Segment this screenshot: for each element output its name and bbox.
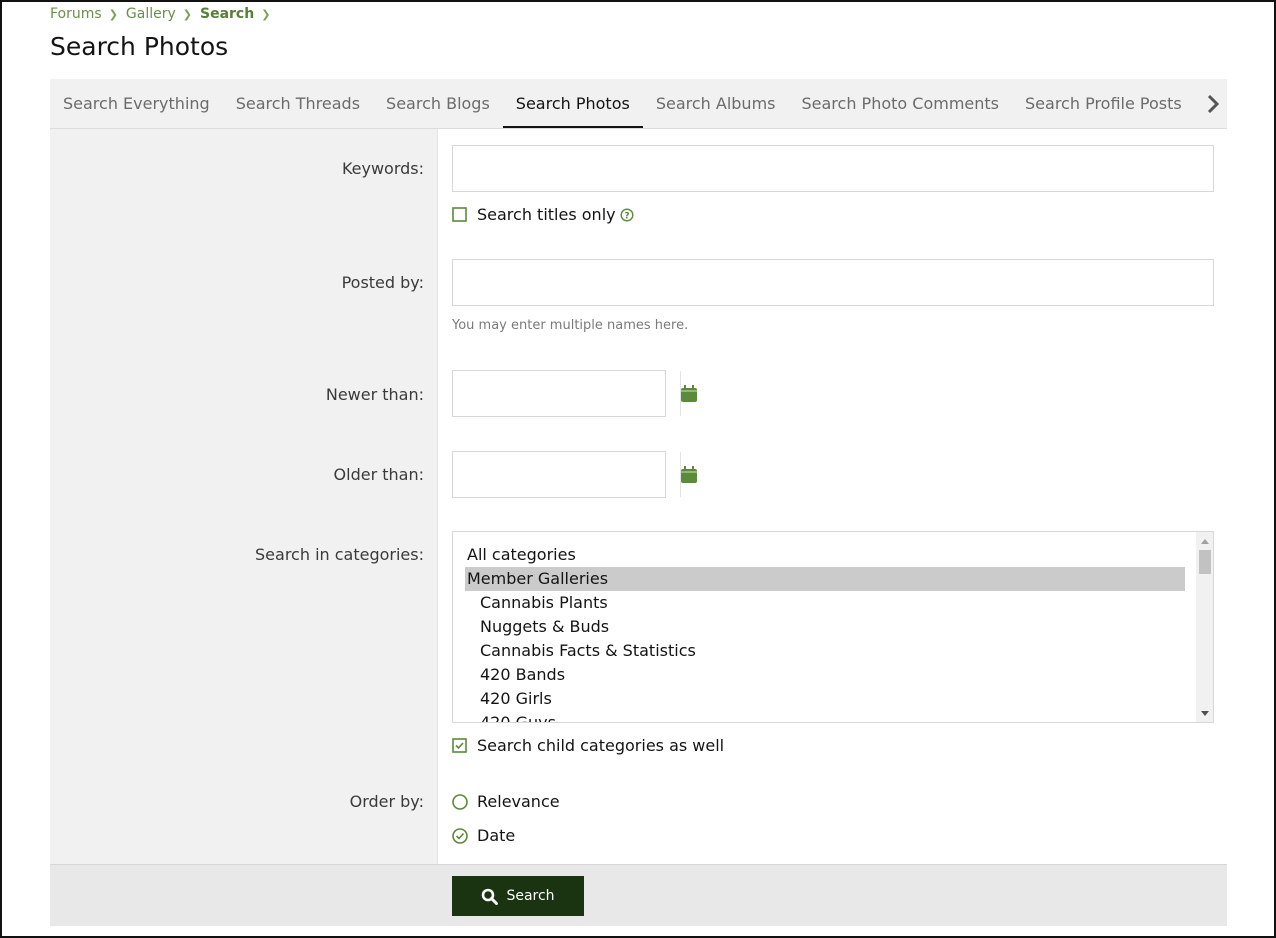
tab-search-photo-comments[interactable]: Search Photo Comments — [789, 79, 1013, 128]
order-by-date-radio[interactable]: Date — [452, 826, 515, 845]
search-submit-button[interactable]: Search — [452, 876, 584, 916]
posted-by-hint: You may enter multiple names here. — [452, 318, 689, 333]
page-title: Search Photos — [50, 32, 229, 61]
category-option[interactable]: 420 Girls — [465, 687, 1185, 711]
chevron-right-icon: ❯ — [108, 7, 118, 21]
scroll-down-arrow-icon[interactable] — [1196, 706, 1213, 720]
categories-options: All categories Member Galleries Cannabis P… — [465, 543, 1185, 722]
categories-listbox[interactable]: All categories Member Galleries Cannabis P… — [452, 531, 1214, 723]
search-titles-only-checkbox[interactable]: Search titles only ? — [452, 205, 634, 224]
form-labels-column — [50, 129, 438, 864]
breadcrumb-forums[interactable]: Forums — [50, 6, 102, 22]
tab-search-profile-posts[interactable]: Search Profile Posts — [1012, 79, 1195, 128]
newer-than-date-input — [452, 370, 697, 417]
tabs-scroll-next-button[interactable] — [1187, 79, 1227, 128]
older-than-date-input — [452, 451, 697, 498]
radio-checked-icon — [452, 827, 468, 844]
chevron-right-icon — [1207, 94, 1219, 113]
scroll-up-arrow-icon[interactable] — [1196, 534, 1213, 548]
older-than-label: Older than: — [333, 465, 424, 484]
question-circle-icon[interactable]: ? — [620, 207, 634, 222]
keywords-input[interactable] — [452, 145, 1214, 192]
checkbox-checked-icon — [452, 738, 467, 753]
category-option[interactable]: 420 Guys — [465, 711, 1185, 722]
search-child-categories-label: Search child categories as well — [477, 736, 725, 755]
calendar-icon — [681, 466, 697, 483]
category-option[interactable]: Cannabis Facts & Statistics — [465, 639, 1185, 663]
category-option[interactable]: Member Galleries — [465, 567, 1185, 591]
checkbox-unchecked-icon — [452, 207, 467, 222]
posted-by-input[interactable] — [452, 259, 1214, 306]
newer-than-calendar-button[interactable] — [680, 371, 697, 416]
breadcrumb: Forums ❯ Gallery ❯ Search ❯ — [50, 6, 278, 22]
chevron-right-icon: ❯ — [182, 7, 192, 21]
order-by-label: Order by: — [349, 792, 424, 811]
tab-search-photos[interactable]: Search Photos — [502, 79, 643, 128]
category-option[interactable]: 420 Bands — [465, 663, 1185, 687]
order-by-relevance-label: Relevance — [477, 792, 560, 811]
chevron-right-icon: ❯ — [261, 7, 271, 21]
order-by-relevance-radio[interactable]: Relevance — [452, 792, 560, 811]
search-submit-label: Search — [506, 888, 555, 904]
calendar-icon — [681, 385, 697, 402]
tab-search-threads[interactable]: Search Threads — [223, 79, 373, 128]
category-option[interactable]: Cannabis Plants — [465, 591, 1185, 615]
search-type-tabs: Search Everything Search Threads Search … — [50, 79, 1227, 129]
order-by-date-label: Date — [477, 826, 516, 845]
older-than-calendar-button[interactable] — [680, 452, 697, 497]
search-child-categories-checkbox[interactable]: Search child categories as well — [452, 736, 724, 755]
scrollbar-thumb[interactable] — [1199, 550, 1211, 574]
svg-text:?: ? — [624, 211, 629, 221]
category-option[interactable]: All categories — [465, 543, 1185, 567]
older-than-field[interactable] — [453, 452, 680, 497]
categories-label: Search in categories: — [255, 545, 424, 564]
tab-search-blogs[interactable]: Search Blogs — [373, 79, 503, 128]
newer-than-field[interactable] — [453, 371, 680, 416]
search-titles-only-label: Search titles only — [477, 205, 616, 224]
breadcrumb-gallery[interactable]: Gallery — [126, 6, 176, 22]
radio-unchecked-icon — [452, 793, 468, 810]
categories-scrollbar[interactable] — [1196, 532, 1213, 722]
tab-search-albums[interactable]: Search Albums — [643, 79, 789, 128]
keywords-label: Keywords: — [341, 159, 424, 178]
search-form: Keywords: Search titles only ? Posted by… — [50, 129, 1227, 864]
form-footer: Search — [50, 864, 1227, 926]
tab-search-everything[interactable]: Search Everything — [50, 79, 223, 128]
posted-by-label: Posted by: — [341, 273, 424, 292]
category-option[interactable]: Nuggets & Buds — [465, 615, 1185, 639]
newer-than-label: Newer than: — [325, 385, 424, 404]
breadcrumb-search[interactable]: Search — [200, 6, 254, 22]
search-icon — [482, 888, 499, 905]
